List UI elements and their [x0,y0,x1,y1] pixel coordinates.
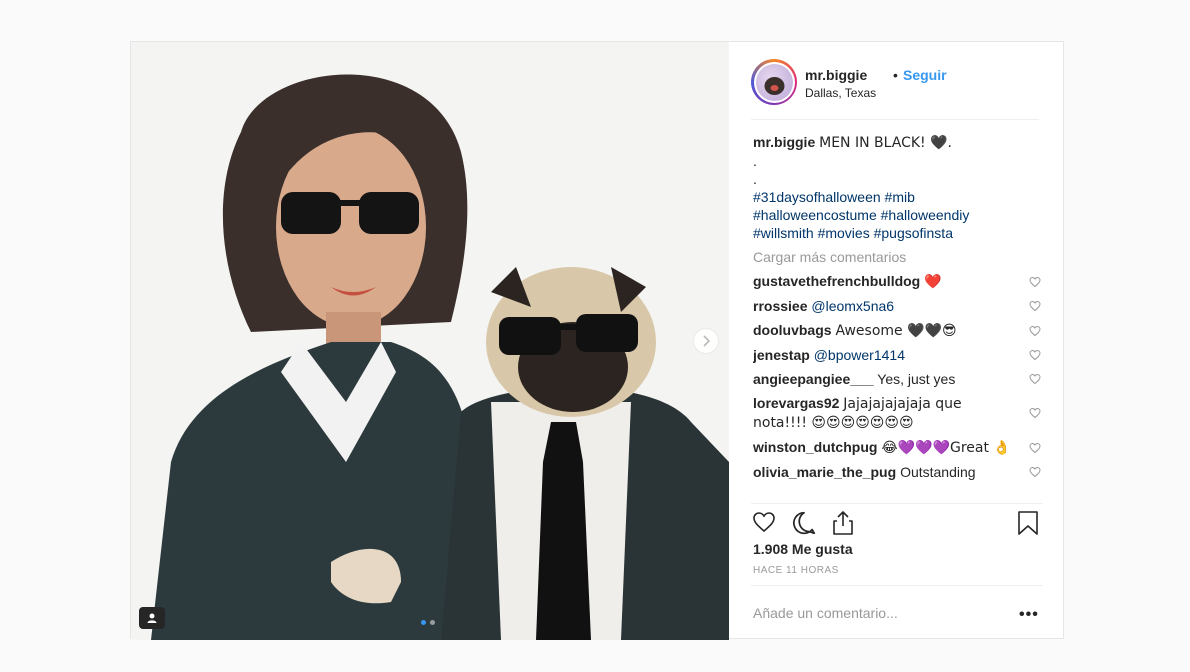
follow-button[interactable]: Seguir [903,67,947,83]
comment-row: dooluvbags Awesome 🖤🖤😎 [753,321,1041,340]
comment-input[interactable] [753,605,1003,621]
comment-text: Outstanding [900,464,976,480]
comment-row: angieepangiee___ Yes, just yes [753,370,1041,388]
carousel-dot [421,620,426,625]
chevron-right-icon [703,335,711,347]
caption-line: . [753,171,757,187]
post-username[interactable]: mr.biggie [805,67,867,83]
comment-username[interactable]: gustavethefrenchbulldog [753,273,920,289]
comment-icon[interactable] [791,510,817,536]
heart-icon[interactable] [1029,276,1041,288]
caption: mr.biggie MEN IN BLACK! 🖤. [753,133,1041,152]
comment-username[interactable]: angieepangiee___ [753,371,874,387]
comments-list[interactable]: mr.biggie MEN IN BLACK! 🖤. . . #31daysof… [753,133,1041,496]
post-actions [751,503,1043,538]
post-timestamp[interactable]: HACE 11 HORAS [753,565,839,576]
heart-icon[interactable] [1029,349,1041,361]
carousel-indicator [421,620,435,625]
comment-text: Yes, just yes [877,371,956,387]
comment-username[interactable]: olivia_marie_the_pug [753,464,896,480]
comment-username[interactable]: dooluvbags [753,322,832,338]
heart-icon[interactable] [1029,407,1041,419]
avatar[interactable] [751,59,797,105]
comment-username[interactable]: jenestap [753,347,810,363]
post-header: mr.biggie • Seguir Dallas, Texas [751,59,1039,120]
tagged-users-button[interactable] [139,607,165,629]
post-location[interactable]: Dallas, Texas [805,86,876,100]
load-more-comments[interactable]: Cargar más comentarios [753,248,1041,266]
comment-row: lorevargas92 Jajajajajajaja que nota!!!!… [753,394,1041,432]
caption-hashtags[interactable]: #willsmith #movies #pugsofinsta [753,224,1041,242]
caption-text: MEN IN BLACK! 🖤. [819,135,952,151]
caption-hashtags[interactable]: #31daysofhalloween #mib [753,188,1041,206]
post-sidebar: mr.biggie • Seguir Dallas, Texas mr.bigg… [729,42,1065,640]
avatar-image [755,63,793,101]
comment-mention[interactable]: @leomx5na6 [811,298,894,314]
caption-hashtags[interactable]: #halloweencostume #halloweendiy [753,206,1041,224]
user-tag-icon [147,613,157,623]
comment-text: 😂💜💜💜Great 👌 [881,440,1011,456]
comment-row: rrossiee @leomx5na6 [753,297,1041,315]
heart-icon[interactable] [1029,373,1041,385]
comment-row: winston_dutchpug 😂💜💜💜Great 👌 [753,438,1041,457]
post-card: mr.biggie • Seguir Dallas, Texas mr.bigg… [130,41,1065,640]
comment-row: jenestap @bpower1414 [753,346,1041,364]
heart-icon[interactable] [1029,300,1041,312]
share-icon[interactable] [831,510,855,536]
carousel-dot [430,620,435,625]
heart-icon[interactable] [1029,325,1041,337]
post-image[interactable] [131,42,729,640]
comment-mention[interactable]: @bpower1414 [814,347,905,363]
comment-row: olivia_marie_the_pug Outstanding [753,463,1041,481]
caption-line: . [753,153,757,169]
comment-text: ❤️ [924,274,942,290]
separator-bullet: • [893,67,898,83]
caption-username[interactable]: mr.biggie [753,134,815,150]
comment-username[interactable]: rrossiee [753,298,807,314]
post-photo [131,42,729,640]
next-image-button[interactable] [693,328,719,354]
likes-count[interactable]: 1.908 Me gusta [753,541,853,557]
add-comment-bar: ••• [751,585,1043,641]
comment-text: Awesome 🖤🖤😎 [835,323,957,339]
comment-username[interactable]: winston_dutchpug [753,439,877,455]
bookmark-icon[interactable] [1017,510,1039,536]
heart-icon[interactable] [1029,466,1041,478]
comment-username[interactable]: lorevargas92 [753,395,839,411]
more-options-button[interactable]: ••• [1019,606,1039,624]
comment-row: gustavethefrenchbulldog ❤️ [753,272,1041,291]
heart-icon[interactable] [751,510,777,534]
heart-icon[interactable] [1029,442,1041,454]
